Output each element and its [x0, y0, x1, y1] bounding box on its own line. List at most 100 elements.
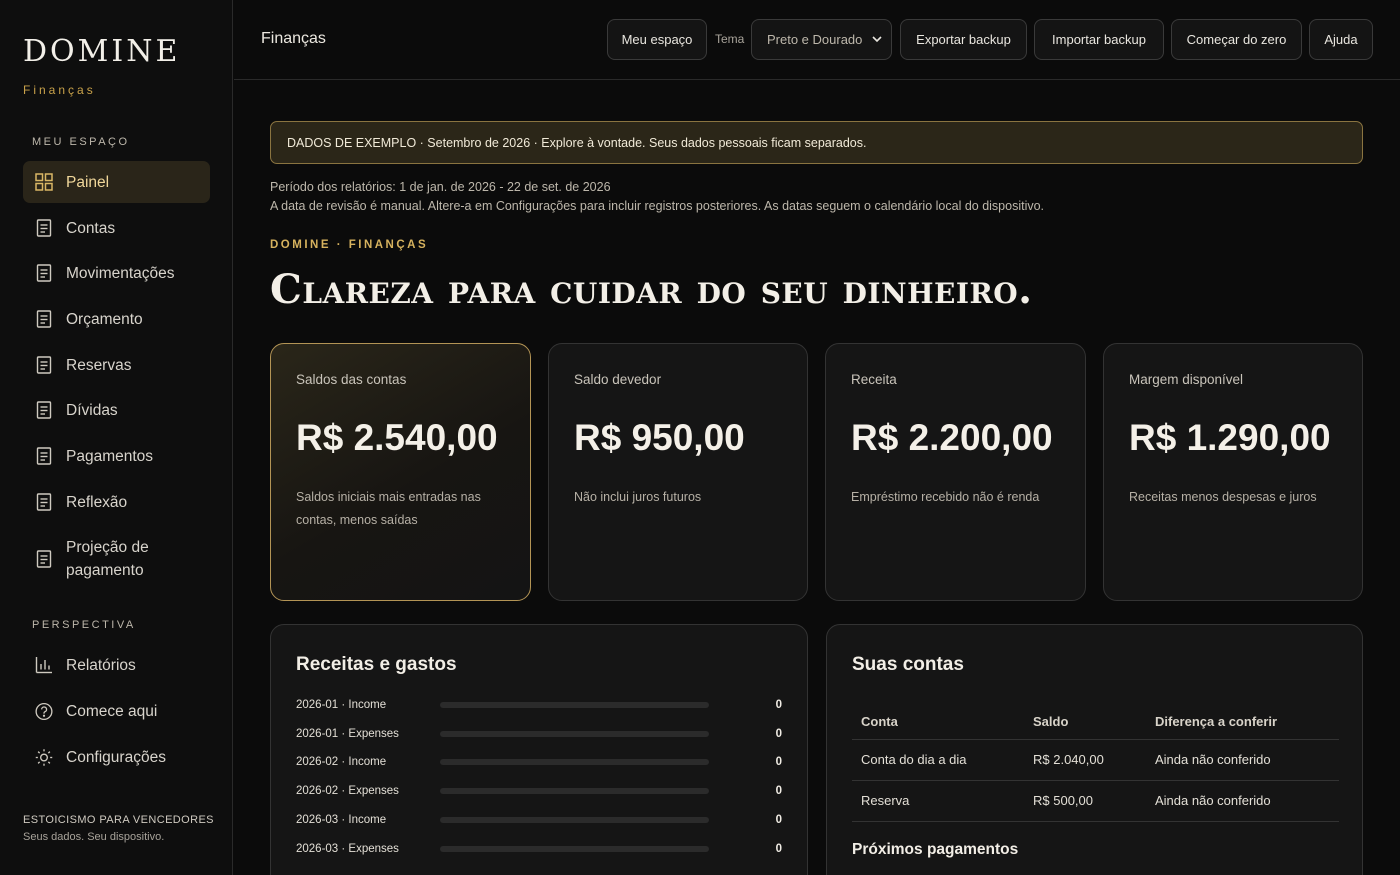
- section-label-perspectiva: PERSPECTIVA: [32, 619, 136, 631]
- document-icon: [35, 310, 53, 328]
- bar-label: 2026-01 · Expenses: [296, 727, 399, 740]
- report-period-note: A data de revisão é manual. Altere-a em …: [270, 199, 1045, 213]
- my-space-button[interactable]: Meu espaço: [607, 19, 707, 60]
- theme-select-value: Preto e Dourado: [767, 32, 863, 47]
- sidebar-item-label: Relatórios: [66, 656, 136, 674]
- eyebrow-label: DOMINE · FINANÇAS: [270, 239, 429, 251]
- document-icon: [35, 550, 53, 568]
- stat-label: Margem disponível: [1129, 372, 1244, 387]
- bar-label: 2026-03 · Expenses: [296, 842, 399, 855]
- sidebar-item-label: Pagamentos: [66, 447, 154, 465]
- stat-note: Saldos iniciais mais entradas nas contas…: [296, 490, 481, 527]
- bar-value: 0: [775, 813, 782, 826]
- list-item: 2026-03 · Income 0: [296, 810, 782, 830]
- report-period-range: Período dos relatórios: 1 de jan. de 202…: [270, 180, 611, 194]
- stat-card-account-balances: Saldos das contas R$ 2.540,00 Saldos ini…: [270, 343, 531, 601]
- hero-heading: Clareza para cuidar do seu dinheiro.: [270, 266, 1033, 313]
- list-item: 2026-03 · Expenses 0: [296, 839, 782, 859]
- grid-icon: [35, 173, 53, 191]
- table-cell: Reserva: [852, 780, 1024, 822]
- sidebar-item-label: Dívidas: [66, 401, 118, 419]
- export-backup-button[interactable]: Exportar backup: [900, 19, 1027, 60]
- bar-track: [440, 730, 709, 737]
- bar-value: 0: [775, 842, 782, 855]
- column-header: Saldo: [1024, 704, 1146, 740]
- sun-gear-icon: [35, 748, 53, 766]
- stat-card-debt-balance: Saldo devedor R$ 950,00 Não inclui juros…: [548, 343, 808, 601]
- sidebar-item-label: Configurações: [66, 748, 166, 766]
- table-row[interactable]: Reserva R$ 500,00 Ainda não conferido: [852, 780, 1339, 822]
- table-cell: Ainda não conferido: [1146, 739, 1339, 781]
- stat-card-available-margin: Margem disponível R$ 1.290,00 Receitas m…: [1103, 343, 1363, 601]
- bar-value: 0: [775, 699, 782, 711]
- sidebar-item-label: Reflexão: [66, 493, 128, 511]
- sample-data-banner: DADOS DE EXEMPLO · Setembro de 2026 · Ex…: [270, 121, 1363, 164]
- sidebar-item-comece-aqui[interactable]: Comece aqui: [23, 690, 210, 732]
- table-cell: R$ 500,00: [1024, 780, 1146, 822]
- table-header-row: Conta Saldo Diferença a conferir: [852, 704, 1339, 740]
- document-icon: [35, 356, 53, 374]
- theme-select[interactable]: Preto e Dourado: [751, 19, 892, 60]
- sidebar-item-painel[interactable]: Painel: [23, 161, 210, 203]
- sidebar-item-contas[interactable]: Contas: [23, 207, 210, 249]
- brand-name: DOMINE: [23, 34, 181, 69]
- sidebar-footer: ESTOICISMO PARA VENCEDORES Seus dados. S…: [23, 814, 214, 843]
- sidebar-item-label: Movimentações: [66, 264, 175, 282]
- section-label-meu-espaco: MEU ESPAÇO: [32, 136, 130, 148]
- stat-value: R$ 1.290,00: [1129, 417, 1331, 458]
- income-expenses-panel: Receitas e gastos 2026-01 · Income 0 2026-…: [270, 624, 808, 875]
- stat-note: Receitas menos despesas e juros: [1129, 490, 1317, 504]
- bar-label: 2026-02 · Income: [296, 756, 387, 769]
- footer-tagline: ESTOICISMO PARA VENCEDORES: [23, 814, 214, 826]
- stat-card-income: Receita R$ 2.200,00 Empréstimo recebido …: [825, 343, 1086, 601]
- bar-track: [440, 759, 709, 766]
- sidebar-item-movimentacoes[interactable]: Movimentações: [23, 252, 210, 294]
- bar-label: 2026-02 · Expenses: [296, 785, 399, 798]
- bar-track: [440, 702, 709, 708]
- document-icon: [35, 401, 53, 419]
- sidebar-item-label: Reservas: [66, 356, 132, 374]
- stat-note: Empréstimo recebido não é renda: [851, 490, 1040, 504]
- sidebar-item-relatorios[interactable]: Relatórios: [23, 644, 210, 686]
- page-title: Finanças: [261, 30, 326, 47]
- brand-subtitle: Finanças: [23, 83, 96, 97]
- bar-label: 2026-03 · Income: [296, 813, 387, 826]
- brand-logo[interactable]: DOMINE Finanças: [23, 34, 180, 97]
- list-item: 2026-01 · Income 0: [296, 695, 782, 715]
- stat-value: R$ 2.540,00: [296, 417, 498, 458]
- help-button[interactable]: Ajuda: [1309, 19, 1373, 60]
- sidebar-item-reflexao[interactable]: Reflexão: [23, 481, 210, 523]
- bar-track: [440, 816, 709, 823]
- table-row[interactable]: Conta do dia a dia R$ 2.040,00 Ainda não…: [852, 739, 1339, 781]
- bar-chart-icon: [35, 656, 53, 674]
- column-header: Diferença a conferir: [1146, 704, 1339, 740]
- sidebar-item-label: Contas: [66, 219, 116, 237]
- reset-button[interactable]: Começar do zero: [1171, 19, 1302, 60]
- table-cell: Ainda não conferido: [1146, 780, 1339, 822]
- sidebar-item-label: Painel: [66, 173, 110, 191]
- sidebar-item-reservas[interactable]: Reservas: [23, 344, 210, 386]
- bar-track: [440, 788, 709, 795]
- document-icon: [35, 219, 53, 237]
- footer-note: Seus dados. Seu dispositivo.: [23, 831, 165, 843]
- column-header: Conta: [852, 704, 1024, 740]
- top-header: Finanças Meu espaço Tema Preto e Dourado…: [234, 0, 1400, 80]
- list-item: 2026-01 · Expenses 0: [296, 724, 782, 744]
- bar-track: [440, 845, 709, 852]
- document-icon: [35, 447, 53, 465]
- sidebar-item-orcamento[interactable]: Orçamento: [23, 298, 210, 340]
- sidebar-item-configuracoes[interactable]: Configurações: [23, 736, 210, 778]
- table-cell: R$ 2.040,00: [1024, 739, 1146, 781]
- table-cell: Conta do dia a dia: [852, 739, 1024, 781]
- import-backup-button[interactable]: Importar backup: [1034, 19, 1164, 60]
- panel-title: Receitas e gastos: [296, 654, 457, 675]
- sidebar-item-label: Orçamento: [66, 310, 143, 328]
- sidebar-item-pagamentos[interactable]: Pagamentos: [23, 435, 210, 477]
- sidebar-item-dividas[interactable]: Dívidas: [23, 389, 210, 431]
- bar-value: 0: [775, 727, 782, 740]
- next-payments-heading: Próximos pagamentos: [852, 841, 1019, 858]
- list-item: 2026-02 · Income 0: [296, 752, 782, 772]
- stat-value: R$ 950,00: [574, 417, 745, 458]
- sidebar-item-projecao[interactable]: Projeção de pagamento: [23, 531, 210, 587]
- stat-note: Não inclui juros futuros: [574, 490, 702, 504]
